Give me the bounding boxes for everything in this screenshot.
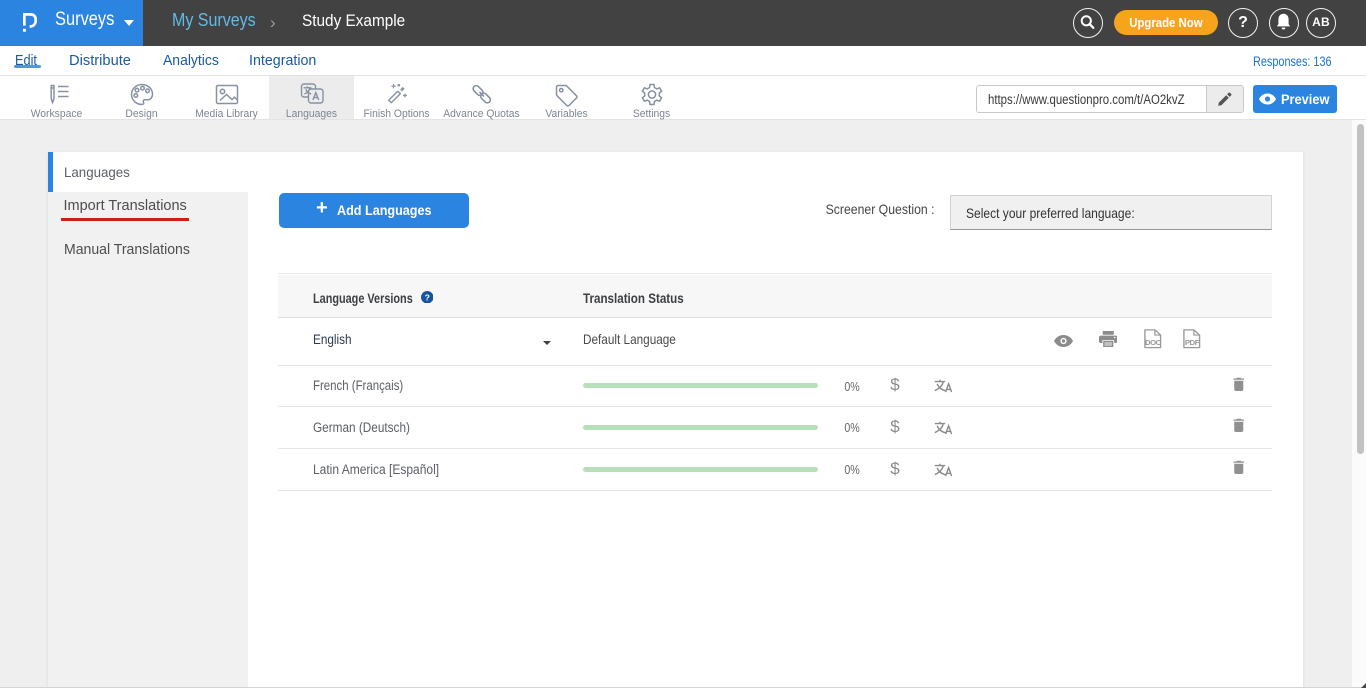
svg-text:PDF: PDF [1185, 338, 1200, 347]
svg-text:DOC: DOC [1145, 338, 1162, 347]
svg-text:?: ? [424, 292, 429, 302]
